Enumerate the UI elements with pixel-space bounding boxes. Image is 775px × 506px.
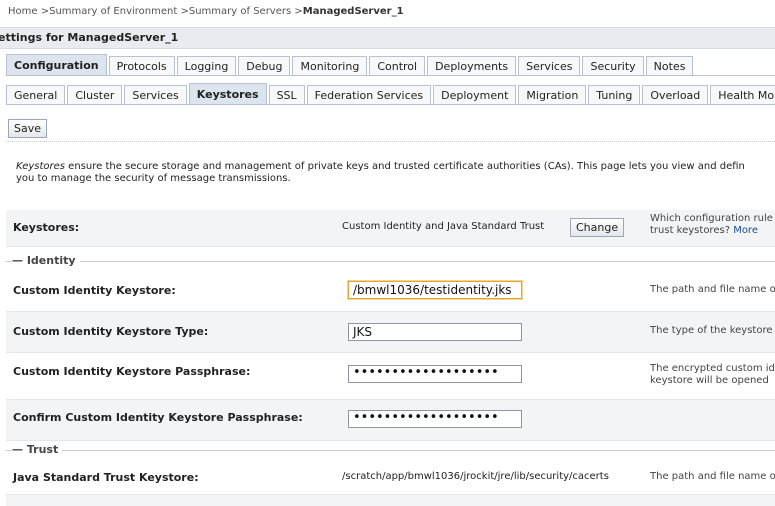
- breadcrumb-separator: >: [180, 6, 189, 17]
- tab-debug[interactable]: Debug: [238, 56, 291, 76]
- java-standard-trust-keystore-label: Java Standard Trust Keystore:: [13, 471, 199, 484]
- keystores-label: Keystores:: [13, 221, 80, 234]
- trust-section-label: — Trust: [12, 443, 63, 456]
- keystores-help: Which configuration rule trust keystores…: [650, 213, 775, 237]
- tab-deployments[interactable]: Deployments: [427, 56, 517, 76]
- section-line: [6, 450, 775, 451]
- custom-identity-passphrase-row: Custom Identity Keystore Passphrase: •••…: [6, 353, 775, 400]
- keystores-value: Custom Identity and Java Standard Trust: [342, 221, 545, 232]
- confirm-custom-identity-passphrase-label: Confirm Custom Identity Keystore Passphr…: [13, 411, 303, 424]
- tab-configuration[interactable]: Configuration: [6, 54, 107, 76]
- save-button[interactable]: Save: [8, 119, 48, 138]
- java-standard-trust-keystore-help: The path and file name o: [650, 471, 775, 482]
- breadcrumb-separator: >: [40, 6, 50, 17]
- java-standard-trust-keystore-value: /scratch/app/bmwl1036/jrockit/jre/lib/se…: [342, 471, 609, 482]
- confirm-custom-identity-passphrase-row: Confirm Custom Identity Keystore Passphr…: [6, 400, 775, 441]
- description-keystores-term: Keystores: [16, 161, 65, 172]
- breadcrumb-separator: >: [294, 6, 303, 17]
- subtab-overload[interactable]: Overload: [642, 85, 709, 105]
- subtab-tuning[interactable]: Tuning: [588, 85, 641, 105]
- tab-notes[interactable]: Notes: [645, 56, 694, 76]
- divider: [6, 141, 775, 142]
- subtab-federation-services[interactable]: Federation Services: [306, 85, 432, 105]
- confirm-custom-identity-passphrase-input[interactable]: •••••••••••••••••••: [348, 410, 522, 428]
- section-line: [6, 261, 775, 262]
- secondary-tab-bar: General Cluster Services Keystores SSL F…: [6, 83, 775, 105]
- custom-identity-keystore-type-input[interactable]: JKS: [348, 323, 522, 341]
- custom-identity-keystore-input[interactable]: /bmwl1036/testidentity.jks: [348, 281, 522, 299]
- subtab-cluster[interactable]: Cluster: [67, 85, 123, 105]
- java-standard-trust-keystore-row: Java Standard Trust Keystore: /scratch/a…: [6, 460, 775, 495]
- subtab-deployment[interactable]: Deployment: [433, 85, 517, 105]
- keystores-help-line1: Which configuration rule: [650, 213, 773, 224]
- change-keystores-button[interactable]: Change: [570, 218, 625, 237]
- custom-identity-keystore-type-help: The type of the keystore: [650, 325, 773, 336]
- identity-section-header: — Identity: [6, 254, 775, 268]
- tab-services[interactable]: Services: [518, 56, 581, 76]
- custom-identity-keystore-type-row: Custom Identity Keystore Type: JKS The t…: [6, 312, 775, 353]
- breadcrumb-servers-link[interactable]: Summary of Servers: [189, 6, 291, 17]
- identity-section-label: — Identity: [12, 254, 80, 267]
- custom-identity-passphrase-help-line2: keystore will be opened: [650, 375, 769, 386]
- custom-identity-passphrase-input[interactable]: •••••••••••••••••••: [348, 365, 522, 383]
- subtab-services[interactable]: Services: [124, 85, 187, 105]
- subtab-ssl[interactable]: SSL: [268, 85, 305, 105]
- custom-identity-keystore-row: Custom Identity Keystore: /bmwl1036/test…: [6, 271, 775, 312]
- breadcrumb: Home >Summary of Environment >Summary of…: [8, 6, 404, 17]
- custom-identity-passphrase-label: Custom Identity Keystore Passphrase:: [13, 365, 251, 378]
- description-text-line2: you to manage the security of message tr…: [16, 173, 291, 184]
- custom-identity-keystore-type-label: Custom Identity Keystore Type:: [13, 325, 209, 338]
- tab-monitoring[interactable]: Monitoring: [292, 56, 368, 76]
- tab-security[interactable]: Security: [582, 56, 644, 76]
- primary-tab-bar: Configuration Protocols Logging Debug Mo…: [6, 54, 695, 76]
- custom-identity-passphrase-help: The encrypted custom id keystore will be…: [650, 363, 775, 387]
- keystores-row: Keystores: Custom Identity and Java Stan…: [6, 210, 775, 247]
- identity-section-title: Identity: [26, 254, 76, 267]
- page-description: Keystores ensure the secure storage and …: [16, 161, 775, 185]
- secondary-tab-underline: [6, 104, 775, 105]
- keystores-help-line2: trust keystores?: [650, 225, 730, 236]
- page-title: ettings for ManagedServer_1: [0, 31, 179, 44]
- primary-tab-underline: [6, 75, 775, 76]
- keystores-help-more-link[interactable]: More: [733, 225, 758, 236]
- trust-section-header: — Trust: [6, 443, 775, 457]
- custom-identity-keystore-label: Custom Identity Keystore:: [13, 284, 176, 297]
- tab-protocols[interactable]: Protocols: [108, 56, 175, 76]
- breadcrumb-environment-link[interactable]: Summary of Environment: [49, 6, 177, 17]
- breadcrumb-home-link[interactable]: Home: [8, 6, 38, 17]
- subtab-general[interactable]: General: [6, 85, 66, 105]
- description-text-line1: ensure the secure storage and management…: [65, 161, 745, 172]
- custom-identity-passphrase-help-line1: The encrypted custom id: [650, 363, 775, 374]
- custom-identity-keystore-help: The path and file name o: [650, 284, 775, 295]
- subtab-health-monitor[interactable]: Health Monitor: [710, 85, 775, 105]
- next-row-partial: [6, 495, 775, 506]
- tab-control[interactable]: Control: [369, 56, 426, 76]
- subtab-migration[interactable]: Migration: [518, 85, 587, 105]
- tab-logging[interactable]: Logging: [176, 56, 237, 76]
- page-title-bar: ettings for ManagedServer_1: [0, 27, 775, 49]
- trust-section-title: Trust: [26, 443, 59, 456]
- breadcrumb-current: ManagedServer_1: [302, 6, 404, 17]
- subtab-keystores[interactable]: Keystores: [188, 83, 267, 105]
